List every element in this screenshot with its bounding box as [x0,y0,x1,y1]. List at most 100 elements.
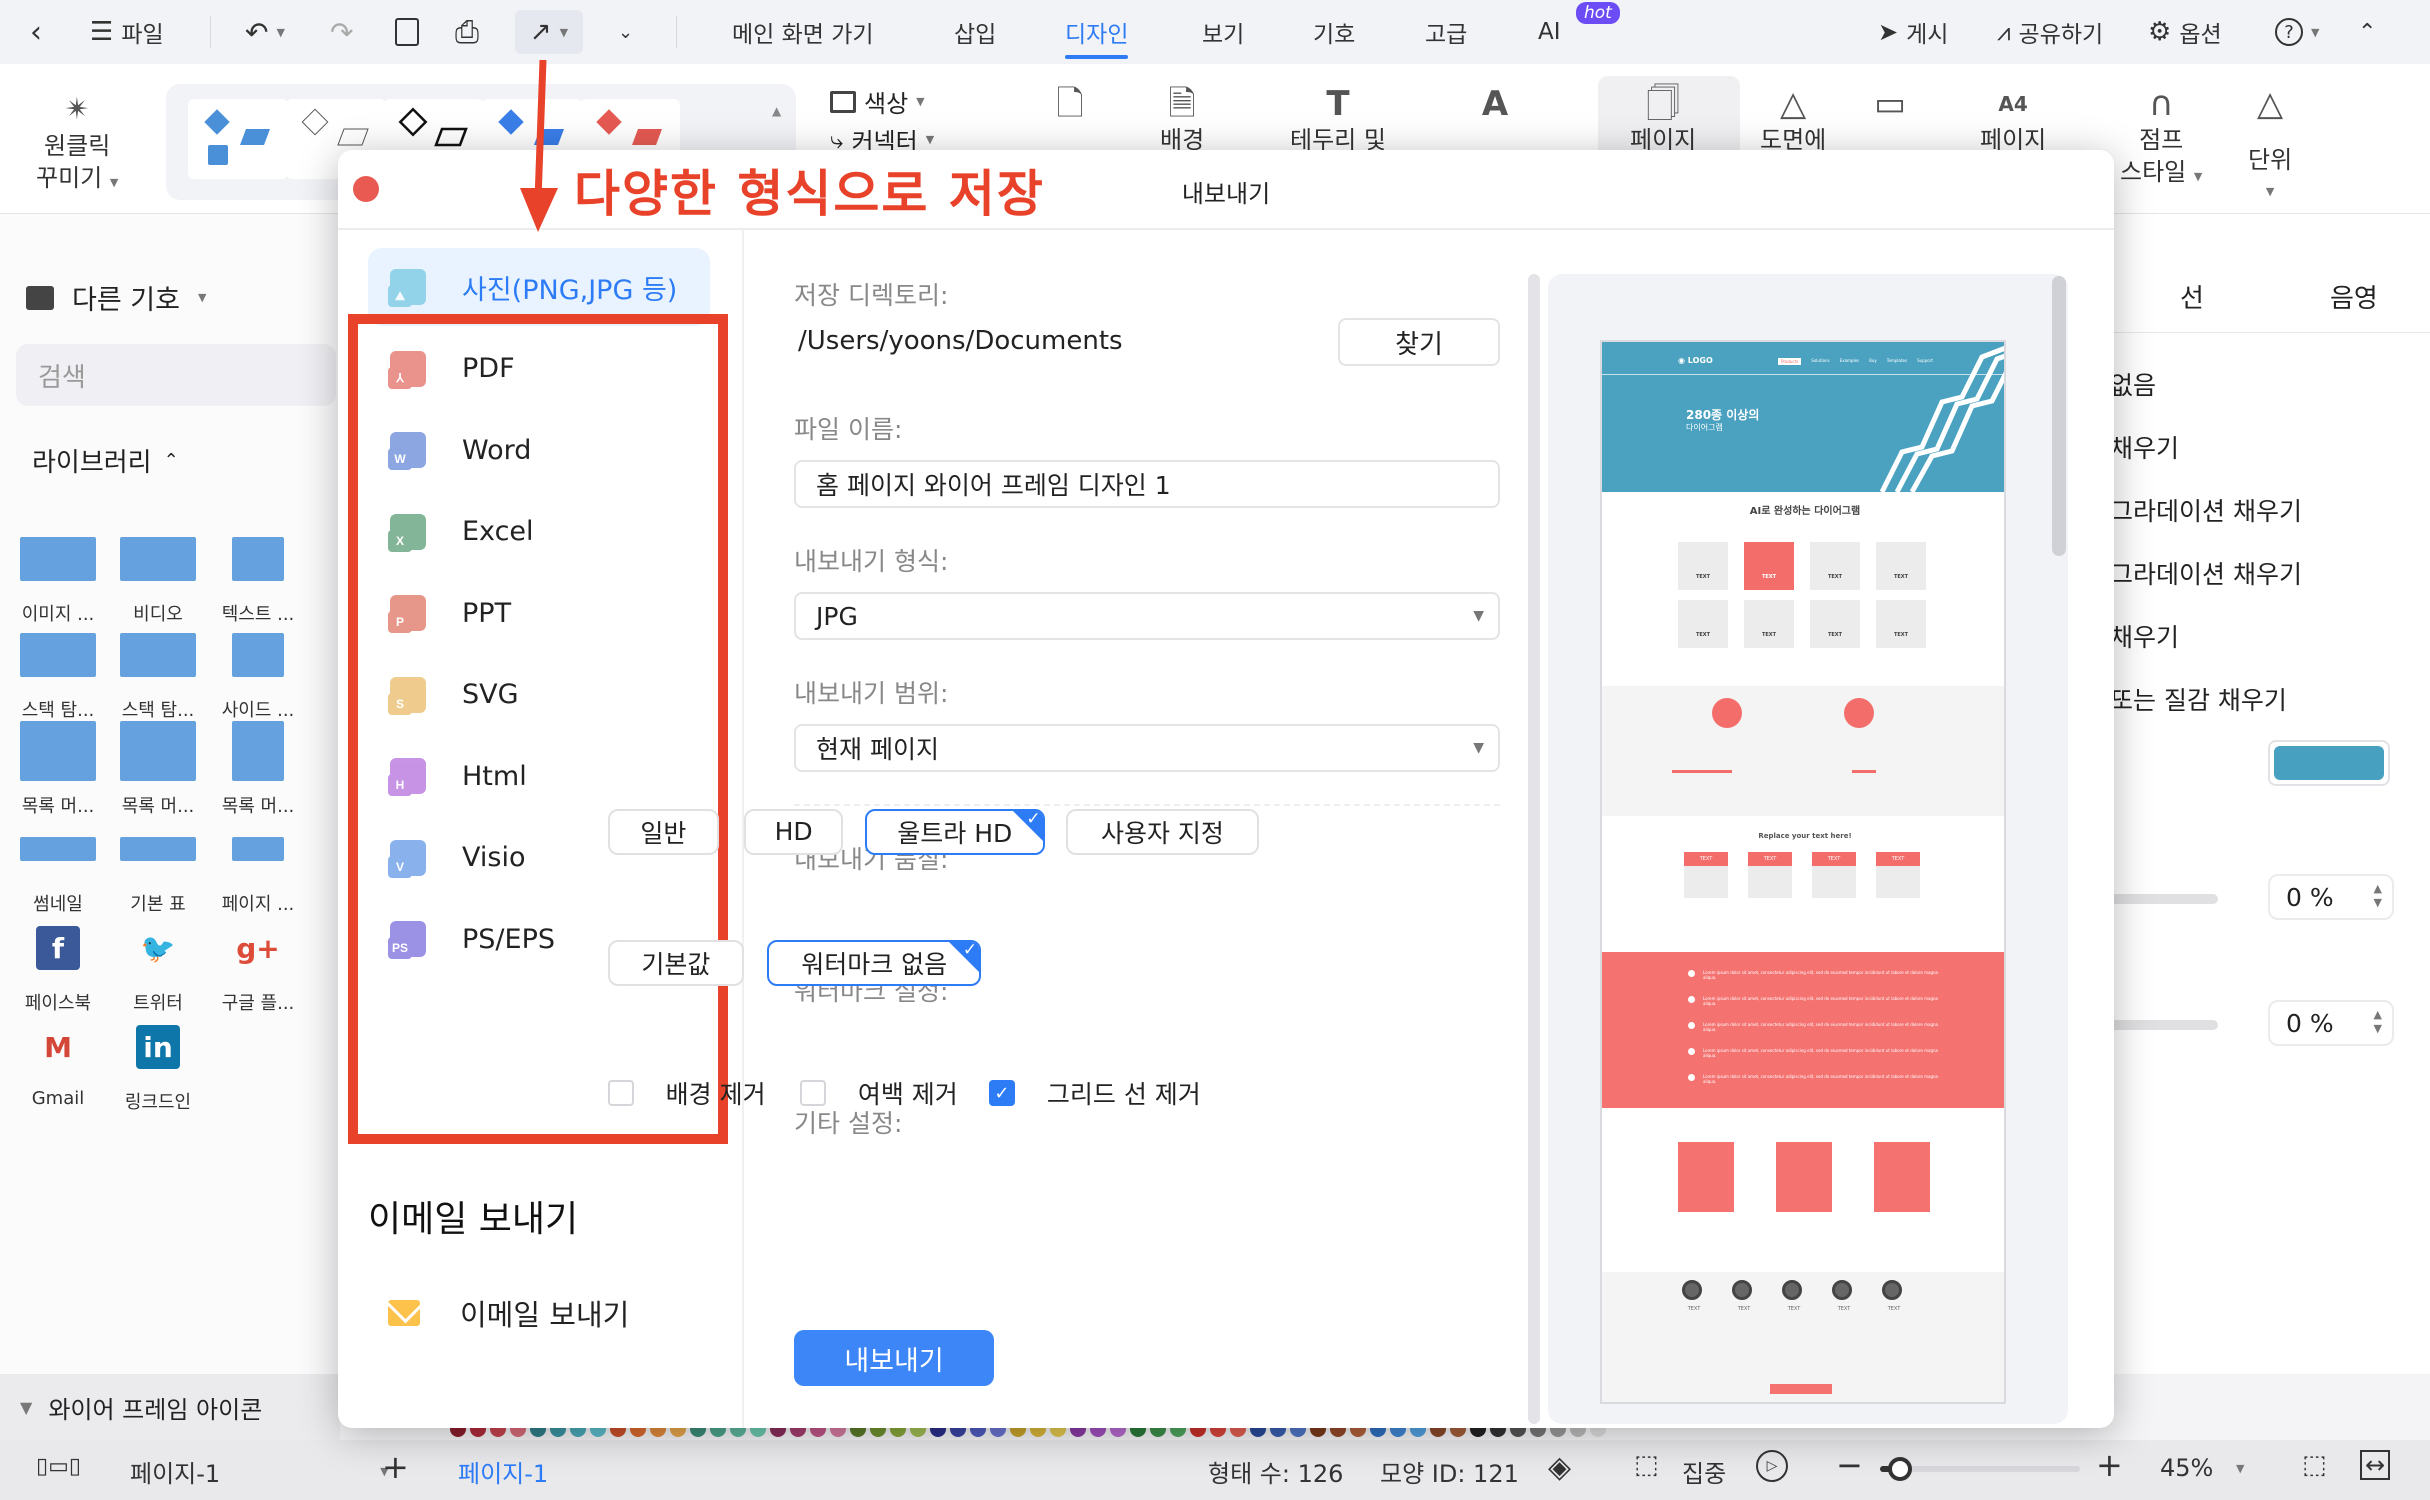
stepper-icon[interactable]: ▲ ▼ [2374,882,2382,910]
fill-option-gradient[interactable]: 그라데이션 채우기 [2110,480,2302,543]
library-item[interactable]: g+ 구글 플... [208,913,308,1015]
orientation-button[interactable]: ▭ [1870,84,1910,124]
back-button[interactable]: ‹ [30,0,42,64]
preview-scrollbar[interactable] [2052,276,2066,556]
transparency-input[interactable]: 0 % ▲ ▼ [2268,874,2394,920]
zoom-out-icon[interactable]: − [1836,1446,1863,1484]
library-item[interactable]: 썸네일 [8,814,108,916]
library-header[interactable]: 라이브러리 ⌃ [32,442,179,479]
jump-style-button[interactable]: ∩ 점프 스타일 ▼ [2120,84,2202,193]
other-setting-checkbox[interactable]: ✓ 그리드 선 제거 [988,1075,1201,1111]
publish-button[interactable]: ➤ 게시 [1878,0,1948,64]
watermark-button[interactable]: 🗋 [1050,84,1090,124]
gallery-scroll-up-icon[interactable]: ▲ [772,104,781,118]
library-item[interactable]: 이미지 ... [8,524,108,626]
library-item[interactable]: 기본 표 [108,814,208,916]
quality-option[interactable]: HD [744,808,844,855]
checkbox-checked[interactable]: ✓ [988,1080,1015,1107]
form-scrollbar[interactable] [1528,274,1540,1424]
zoom-slider[interactable] [1880,1457,2080,1481]
options-button[interactable]: ⚙ 옵션 [2148,0,2222,64]
range-select[interactable]: 현재 페이지 ▼ [794,724,1500,772]
share-button[interactable]: ⩘ 공유하기 [1997,0,2103,64]
fill-option-pattern[interactable]: 채우기 [2110,606,2302,669]
export-button[interactable]: 내보내기 [794,1330,994,1386]
zoom-level[interactable]: 45% [2160,1454,2213,1482]
quality-option[interactable]: 울트라 HD ✓ [864,808,1045,855]
fill-option-radial-gradient[interactable]: 그라데이션 채우기 [2110,543,2302,606]
more-symbols-button[interactable]: 다른 기호 ▼ [26,278,206,317]
tab-advanced[interactable]: 고급 [1425,0,1467,64]
background-button[interactable]: 🗎 배경 [1160,84,1204,156]
other-setting-checkbox[interactable]: 여백 제거 [799,1075,958,1111]
library-item[interactable]: 페이지 ... [208,814,308,916]
tab-view[interactable]: 보기 [1202,0,1244,64]
page-selector[interactable]: 페이지-1 ▼ [130,1454,389,1489]
add-page-icon[interactable]: + [382,1448,409,1486]
page-tab-1[interactable]: 페이지-1 [458,1454,548,1489]
fit-to-drawing-button[interactable]: △ 도면에 [1760,84,1826,156]
watermark-option[interactable]: 워터마크 없음 ✓ [767,940,982,987]
file-name-input[interactable]: 홈 페이지 와이어 프레임 디자인 1 [794,460,1500,508]
zoom-dropdown-icon[interactable]: ▼ [2236,1462,2244,1475]
page-panel-icon[interactable]: ▯▭▯ [36,1454,81,1479]
collapse-ribbon-button[interactable]: ⌃ [2358,0,2376,64]
color-button[interactable]: 색상 ▼ [830,84,925,119]
shadow-input[interactable]: 0 % ▲ ▼ [2268,1000,2394,1046]
library-item[interactable]: 목록 머... [108,716,208,818]
tab-line[interactable]: 선 [2180,278,2204,315]
tab-design[interactable]: 디자인 [1065,0,1129,64]
library-item[interactable]: f 페이스북 [8,913,108,1015]
library-item[interactable]: 비디오 [108,524,208,626]
library-item[interactable]: 목록 머... [8,716,108,818]
more-toolbar-button[interactable]: ⌄ [618,0,633,64]
zoom-in-icon[interactable]: + [2096,1446,2123,1484]
focus-mode-label[interactable]: 집중 [1682,1454,1726,1489]
checkbox-unchecked[interactable] [799,1080,826,1107]
undo-button[interactable]: ↶ ▼ [245,0,285,64]
zoom-slider-knob[interactable] [1888,1457,1912,1481]
watermark-option[interactable]: 기본값 [607,940,745,987]
layers-icon[interactable]: ◈ [1548,1450,1571,1485]
send-email-item[interactable]: 이메일 보내기 [388,1292,629,1334]
format-select[interactable]: JPG ▼ [794,592,1500,640]
unit-button[interactable]: △ 단위 ▼ [2248,84,2292,208]
tab-main[interactable]: 메인 화면 가기 [732,0,874,64]
border-title-button[interactable]: T 테두리 및 [1290,84,1386,156]
tab-ai[interactable]: AI hot [1538,0,1620,64]
fit-page-icon[interactable]: ⬚ [2302,1450,2327,1480]
library-item[interactable]: 스택 탐... [8,620,108,722]
fit-width-icon[interactable]: ↔ [2360,1450,2391,1480]
library-item[interactable]: 🐦 트위터 [108,913,208,1015]
other-setting-checkbox[interactable]: 배경 제거 [607,1075,766,1111]
file-menu[interactable]: ☰ 파일 [90,0,164,64]
one-click-beautify-button[interactable]: ✴ 원클릭 꾸미기 ▼ [36,90,118,199]
stepper-icon[interactable]: ▲ ▼ [2374,1008,2382,1036]
library-item[interactable]: 스택 탐... [108,620,208,722]
tab-shadow[interactable]: 음영 [2330,278,2378,315]
quality-option[interactable]: 일반 [607,808,720,855]
library-item[interactable]: 사이드 ... [208,620,308,722]
focus-mode-icon[interactable]: ⬚ [1634,1450,1659,1480]
fill-option-solid[interactable]: 채우기 [2110,417,2302,480]
quality-option[interactable]: 사용자 지정 [1066,808,1259,855]
fill-color-swatch[interactable] [2268,740,2390,786]
export-button-toolbar[interactable]: ↗ ▼ [515,10,583,54]
wireframe-icons-section[interactable]: ▼ 와이어 프레임 아이콘 [0,1374,340,1440]
page-fit-button[interactable]: 🗍 페이지 [1630,84,1696,156]
tab-symbols[interactable]: 기호 [1313,0,1355,64]
redo-button[interactable]: ↷ [330,0,353,64]
library-item[interactable]: in 링크드인 [108,1012,208,1114]
fill-option-texture[interactable]: 또는 질감 채우기 [2110,669,2302,732]
save-button[interactable] [395,0,419,64]
play-icon[interactable]: ▷ [1756,1450,1788,1482]
page-size-button[interactable]: A4 페이지 [1980,84,2046,156]
checkbox-unchecked[interactable] [607,1080,634,1107]
tab-insert[interactable]: 삽입 [954,0,996,64]
print-button[interactable]: ⎙ [455,0,479,64]
theme-card-1[interactable] [188,99,288,179]
symbol-search-input[interactable]: 검색 [16,344,336,406]
library-item[interactable]: M Gmail [8,1012,108,1110]
font-page-button[interactable]: A [1475,84,1515,124]
library-item[interactable]: 목록 머... [208,716,308,818]
